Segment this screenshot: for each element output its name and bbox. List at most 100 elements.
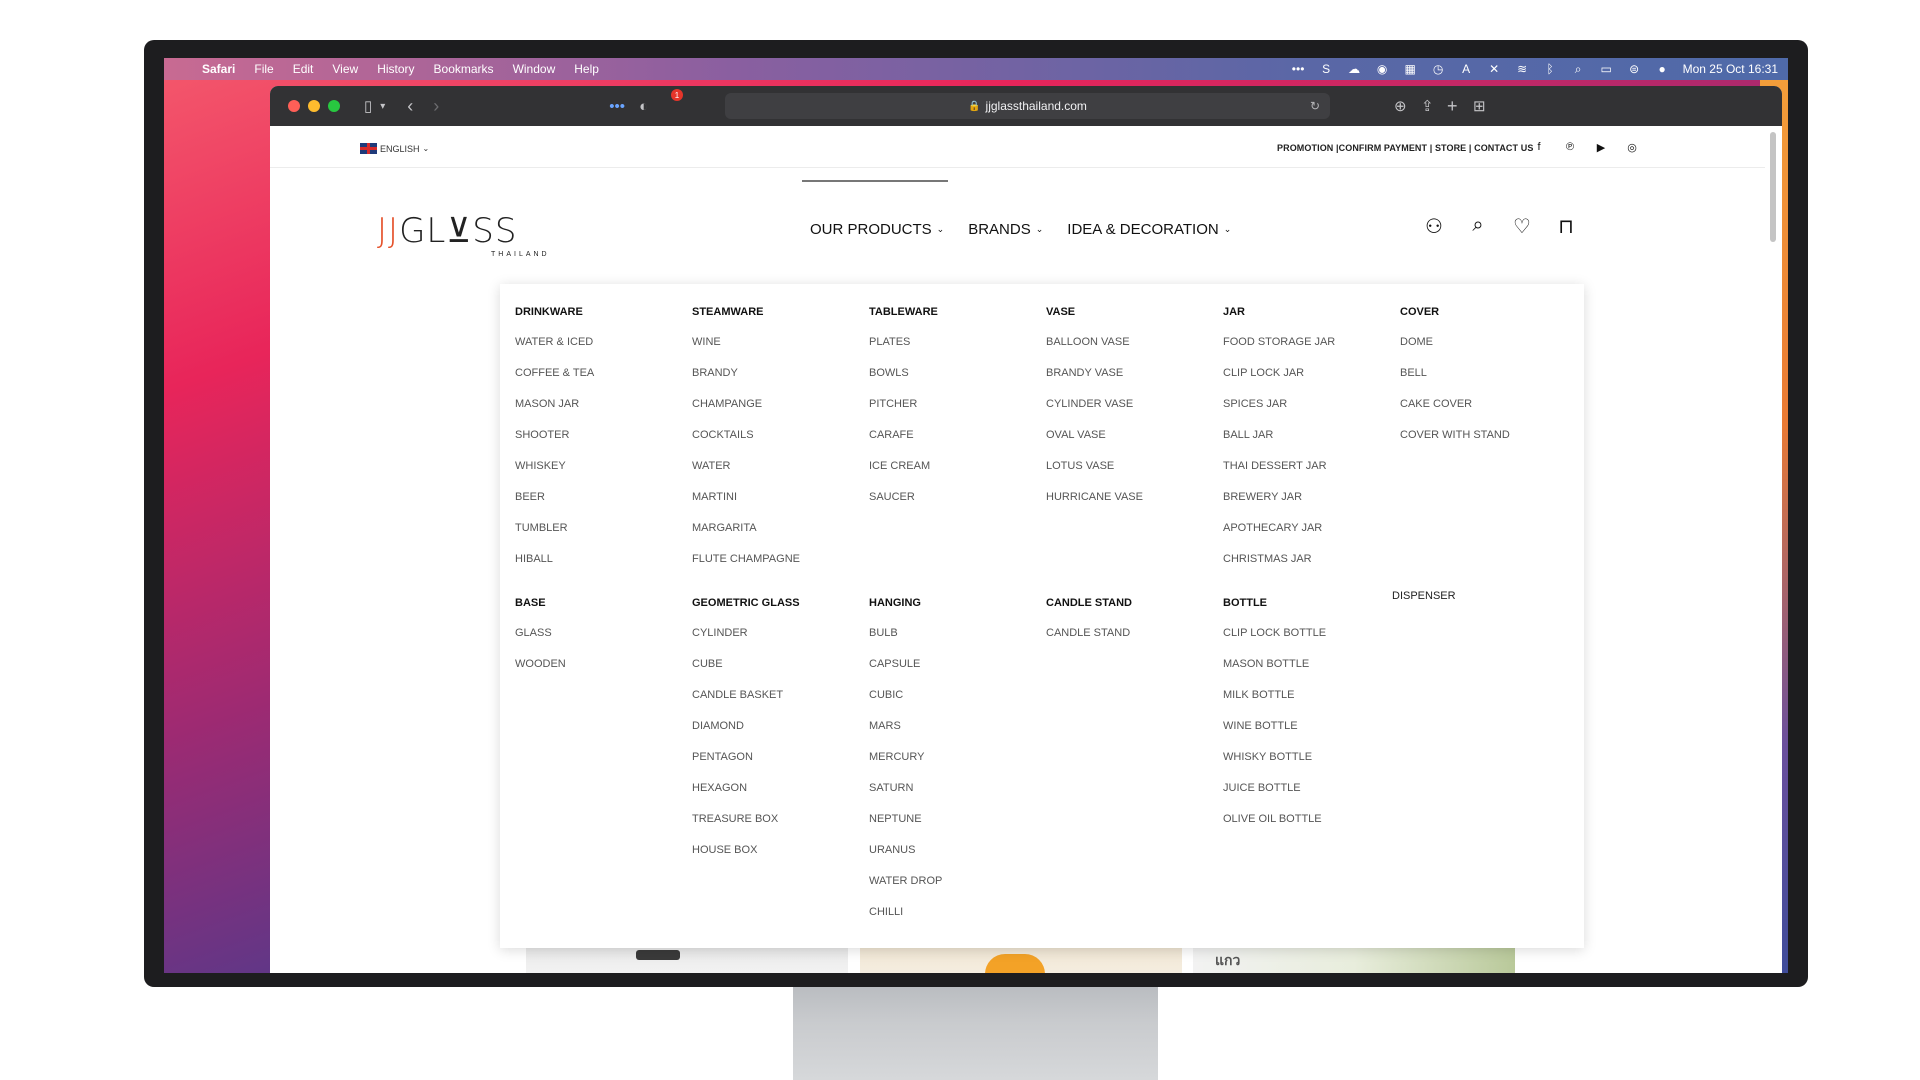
menu-item[interactable]: OLIVE OIL BOTTLE (1223, 808, 1393, 839)
account-icon[interactable]: ⚇ (1420, 214, 1448, 239)
menu-file[interactable]: File (254, 62, 273, 76)
menu-item[interactable]: CYLINDER (692, 622, 862, 653)
menu-item[interactable]: GLASS (515, 622, 685, 653)
menu-item[interactable]: DOME (1400, 331, 1570, 362)
menu-item[interactable]: CANDLE STAND (1046, 622, 1216, 653)
menu-item[interactable]: MASON BOTTLE (1223, 653, 1393, 684)
reload-icon[interactable]: ↻ (1310, 99, 1320, 113)
search-icon[interactable]: ⌕ (1464, 214, 1492, 239)
menu-heading[interactable]: BASE (515, 597, 685, 617)
product-card-image[interactable] (526, 948, 848, 973)
menu-item[interactable]: MASON JAR (515, 393, 685, 424)
extensions-dots-icon[interactable]: ••• (609, 98, 625, 115)
wifi-off-icon[interactable]: ≋ (1515, 62, 1530, 76)
menu-view[interactable]: View (332, 62, 358, 76)
menu-item[interactable]: CLIP LOCK JAR (1223, 362, 1393, 393)
menu-item[interactable]: MARGARITA (692, 517, 862, 548)
bluetooth-icon[interactable]: ᛒ (1543, 62, 1558, 76)
menu-item[interactable]: FOOD STORAGE JAR (1223, 331, 1393, 362)
menu-item[interactable]: SPICES JAR (1223, 393, 1393, 424)
menu-window[interactable]: Window (513, 62, 556, 76)
menu-item[interactable]: BRANDY VASE (1046, 362, 1216, 393)
top-links[interactable]: PROMOTION |CONFIRM PAYMENT | STORE | CON… (1277, 143, 1533, 153)
menu-item[interactable]: OVAL VASE (1046, 424, 1216, 455)
menu-app-name[interactable]: Safari (202, 62, 235, 76)
nav-brands[interactable]: BRANDS ⌄ (968, 221, 1043, 238)
menu-item[interactable]: FLUTE CHAMPAGNE (692, 548, 862, 579)
menu-item[interactable]: CUBIC (869, 684, 1039, 715)
menu-item[interactable]: MARTINI (692, 486, 862, 517)
menu-item[interactable]: PLATES (869, 331, 1039, 362)
menu-item[interactable]: CHAMPANGE (692, 393, 862, 424)
menu-item[interactable]: BOWLS (869, 362, 1039, 393)
menu-item[interactable]: WATER (692, 455, 862, 486)
menu-item[interactable]: CARAFE (869, 424, 1039, 455)
nav-idea-decoration[interactable]: IDEA & DECORATION ⌄ (1067, 221, 1231, 238)
cart-bag-icon[interactable]: ⊓ (1552, 214, 1580, 239)
tab-overview-icon[interactable]: ⊞ (1473, 97, 1486, 115)
menu-item[interactable]: COFFEE & TEA (515, 362, 685, 393)
menu-item[interactable]: LOTUS VASE (1046, 455, 1216, 486)
menu-item[interactable]: SAUCER (869, 486, 1039, 517)
menu-item[interactable]: CYLINDER VASE (1046, 393, 1216, 424)
menu-item[interactable]: SHOOTER (515, 424, 685, 455)
menu-heading[interactable]: JAR (1223, 306, 1393, 326)
menu-item[interactable]: HOUSE BOX (692, 839, 862, 870)
menu-heading[interactable]: GEOMETRIC GLASS (692, 597, 862, 617)
menubar-datetime[interactable]: Mon 25 Oct 16:31 (1683, 62, 1778, 76)
menu-item[interactable]: WHISKEY (515, 455, 685, 486)
skype-icon[interactable]: S (1319, 62, 1334, 76)
battery-icon[interactable]: ▭ (1599, 62, 1614, 76)
menu-item[interactable]: BELL (1400, 362, 1570, 393)
menu-item[interactable]: MILK BOTTLE (1223, 684, 1393, 715)
menu-heading[interactable]: VASE (1046, 306, 1216, 326)
menu-item[interactable]: MERCURY (869, 746, 1039, 777)
input-source-icon[interactable]: A (1459, 62, 1474, 76)
address-bar[interactable]: 🔒 jjglassthailand.com ↻ (725, 93, 1330, 119)
cloud-icon[interactable]: ☁ (1347, 62, 1362, 76)
menu-item[interactable]: JUICE BOTTLE (1223, 777, 1393, 808)
page-scrollbar[interactable] (1770, 132, 1776, 242)
menu-item[interactable]: WINE BOTTLE (1223, 715, 1393, 746)
menu-item[interactable]: SATURN (869, 777, 1039, 808)
menu-item[interactable]: CHILLI (869, 901, 1039, 932)
menu-item[interactable]: URANUS (869, 839, 1039, 870)
menu-item[interactable]: BRANDY (692, 362, 862, 393)
menu-item[interactable]: NEPTUNE (869, 808, 1039, 839)
pinterest-icon[interactable]: ℗ (1563, 141, 1577, 154)
downloads-icon[interactable]: ⊕ (1394, 97, 1407, 115)
menu-heading[interactable]: COVER (1400, 306, 1570, 326)
menu-item[interactable]: DIAMOND (692, 715, 862, 746)
mute-icon[interactable]: ✕ (1487, 62, 1502, 76)
clock-icon[interactable]: ◷ (1431, 62, 1446, 76)
menu-item[interactable]: CUBE (692, 653, 862, 684)
menu-item[interactable]: BREWERY JAR (1223, 486, 1393, 517)
menu-heading[interactable]: BOTTLE (1223, 597, 1393, 617)
menu-item[interactable]: HURRICANE VASE (1046, 486, 1216, 517)
menu-item[interactable]: TUMBLER (515, 517, 685, 548)
menu-item[interactable]: ICE CREAM (869, 455, 1039, 486)
menu-item[interactable]: HEXAGON (692, 777, 862, 808)
menu-history[interactable]: History (377, 62, 414, 76)
menu-item[interactable]: CAPSULE (869, 653, 1039, 684)
sidebar-toggle-icon[interactable]: ▯ (364, 97, 372, 115)
menu-item[interactable]: BALL JAR (1223, 424, 1393, 455)
menu-item[interactable]: CLIP LOCK BOTTLE (1223, 622, 1393, 653)
menu-item[interactable]: PENTAGON (692, 746, 862, 777)
share-icon[interactable]: ⇪ (1421, 97, 1434, 115)
menu-item[interactable]: WINE (692, 331, 862, 362)
menu-item[interactable]: BULB (869, 622, 1039, 653)
menu-item[interactable]: TREASURE BOX (692, 808, 862, 839)
privacy-shield-icon[interactable]: ◐ (639, 98, 648, 115)
menu-item[interactable]: CAKE COVER (1400, 393, 1570, 424)
menu-item[interactable]: PITCHER (869, 393, 1039, 424)
menu-heading[interactable]: DISPENSER (1392, 585, 1562, 616)
control-center-icon[interactable]: ⊜ (1627, 62, 1642, 76)
menu-heading[interactable]: TABLEWARE (869, 306, 1039, 326)
product-card-image[interactable]: แกว (1193, 948, 1515, 973)
nav-our-products[interactable]: OUR PRODUCTS ⌄ (810, 221, 944, 238)
layout-icon[interactable]: ▦ (1403, 62, 1418, 76)
menu-help[interactable]: Help (574, 62, 599, 76)
menu-item[interactable]: WOODEN (515, 653, 685, 684)
menu-item[interactable]: WATER DROP (869, 870, 1039, 901)
